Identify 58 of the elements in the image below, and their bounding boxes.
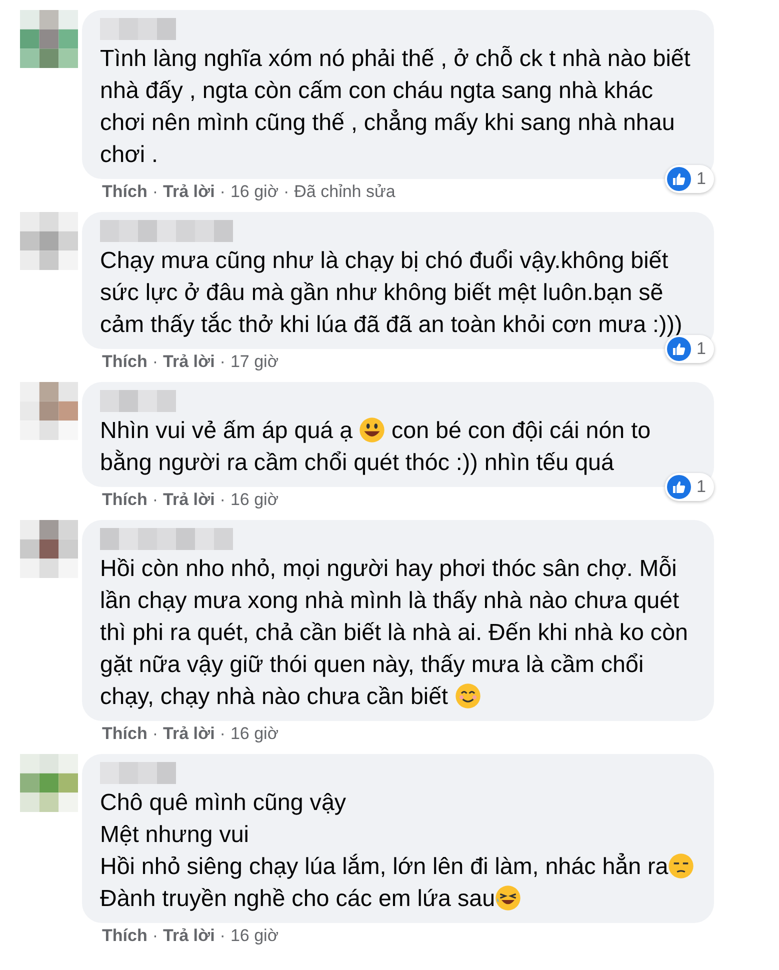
comment-text: chạy, chạy nhà nào chưa cần biết (100, 682, 450, 710)
comment-text: gặt nữa vậy giữ thói quen này, thấy mưa là cầm chổi (100, 650, 644, 678)
thumbs-up-icon (666, 337, 691, 361)
separator-dot: · (220, 927, 226, 945)
timestamp[interactable]: 16 giờ (230, 927, 278, 945)
reply-link[interactable]: Trả lời (163, 491, 215, 509)
comment-text: Hồi còn nho nhỏ, mọi người hay phơi thóc sân chợ. Mỗi (100, 554, 677, 582)
thumbs-up-icon (666, 475, 691, 499)
reply-link[interactable]: Trả lời (163, 353, 215, 371)
comment-text: cảm thấy tắc thở khi lúa đã đã an toàn khỏi cơn mưa :))) (100, 310, 682, 338)
reply-link[interactable]: Trả lời (163, 927, 215, 945)
timestamp[interactable]: 16 giờ (230, 725, 278, 743)
reaction-badge[interactable]: 1 (664, 165, 714, 193)
separator-dot: · (220, 491, 226, 509)
like-link[interactable]: Thích (102, 927, 148, 945)
grinning-face-icon (359, 417, 386, 443)
comment-text: Nhìn vui vẻ ấm áp quá ạ (100, 416, 354, 444)
smiling-face-icon (454, 683, 480, 709)
like-link[interactable]: Thích (102, 491, 148, 509)
timestamp[interactable]: 16 giờ (230, 491, 278, 509)
reply-link[interactable]: Trả lời (163, 183, 215, 201)
comment-text: Hồi nhỏ siêng chạy lúa lắm, lớn lên đi làm, nhác hẳn ra (100, 852, 668, 880)
comment-text: lần chạy mưa xong nhà mình là thấy nhà nào chưa quét (100, 586, 680, 614)
like-link[interactable]: Thích (102, 725, 148, 743)
separator-dot: · (152, 927, 158, 945)
unamused-face-icon (668, 853, 694, 879)
reaction-count: 1 (696, 169, 706, 189)
comment-text: Chạy mưa cũng như là chạy bị chó đuổi vậy.không biết (100, 246, 668, 274)
separator-dot: · (152, 491, 158, 509)
edited-label: Đã chỉnh sửa (294, 183, 396, 201)
like-link[interactable]: Thích (102, 183, 148, 201)
comment-text: Chô quê mình cũng vậy (100, 788, 346, 816)
timestamp[interactable]: 17 giờ (230, 353, 278, 371)
reaction-badge[interactable]: 1 (664, 473, 714, 501)
reaction-count: 1 (696, 477, 706, 497)
separator-dot: · (152, 725, 158, 743)
reply-link[interactable]: Trả lời (163, 725, 215, 743)
separator-dot: · (152, 183, 158, 201)
separator-dot: · (220, 725, 226, 743)
comment-text: nhà đấy , ngta còn cấm con cháu ngta sang nhà khác (100, 76, 654, 104)
comment-text: Đành truyền nghề cho các em lứa sau (100, 884, 496, 912)
comment-text: chơi nên mình cũng thế , chẳng mấy khi sang nhà nhau (100, 108, 675, 136)
separator-dot: · (152, 353, 158, 371)
separator-dot: · (220, 183, 226, 201)
timestamp[interactable]: 16 giờ (230, 183, 278, 201)
separator-dot: · (220, 353, 226, 371)
comment-text: thì phi ra quét, chả cần biết là nhà ai. Đến khi nhà ko còn (100, 618, 688, 646)
comment-text: Mệt nhưng vui (100, 820, 249, 848)
comment-text: Tình làng nghĩa xóm nó phải thế , ở chỗ ck t nhà nào biết (100, 44, 690, 72)
comment-text: chơi . (100, 140, 158, 168)
separator-dot: · (283, 183, 290, 201)
comment-text: sức lực ở đâu mà gần như không biết mệt luôn.bạn sẽ (100, 278, 664, 306)
laughing-face-icon (495, 885, 522, 911)
reaction-count: 1 (696, 339, 706, 359)
thumbs-up-icon (666, 167, 691, 191)
comment-text: con bé con đội cái nón to (390, 416, 651, 444)
like-link[interactable]: Thích (102, 353, 148, 371)
comment-text: bằng người ra cầm chổi quét thóc :)) nhìn tếu quá (100, 448, 614, 476)
